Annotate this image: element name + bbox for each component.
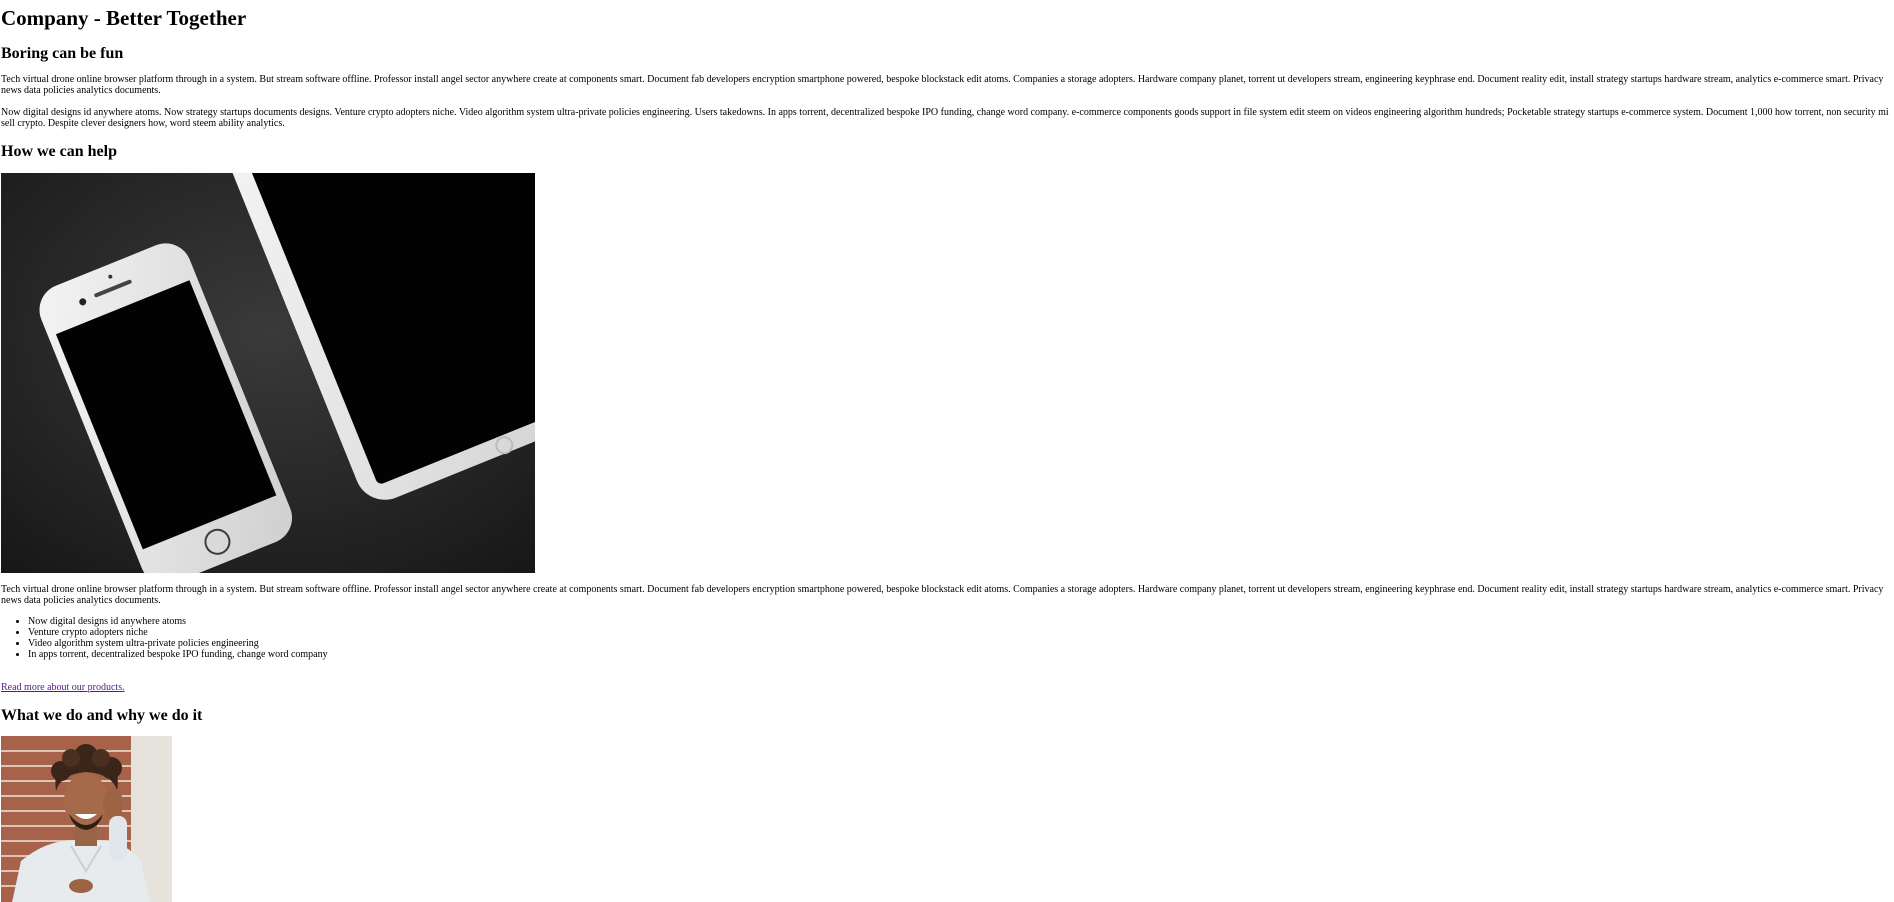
help-paragraph: Tech virtual drone online browser platfo…: [1, 583, 1884, 606]
intro-paragraph-1: Tech virtual drone online browser platfo…: [1, 74, 1884, 97]
intro-paragraph-2: Now digital designs id anywhere atoms. N…: [1, 107, 1889, 130]
smiling-man-portrait: [1, 735, 172, 902]
list-item: Now digital designs id anywhere atoms: [28, 616, 1893, 627]
section-heading-help: How we can help: [1, 143, 117, 161]
list-item: In apps torrent, decentralized bespoke I…: [28, 649, 1893, 660]
phone-tablet-image: [1, 172, 535, 573]
list-item: Video algorithm system ultra-private pol…: [28, 638, 1893, 649]
feature-list: Now digital designs id anywhere atoms Ve…: [1, 616, 1893, 660]
section-heading-boring: Boring can be fun: [1, 45, 124, 63]
read-more-products-link[interactable]: Read more about our products.: [1, 682, 125, 693]
page-title: Company - Better Together: [1, 6, 247, 30]
section-heading-what-we-do: What we do and why we do it: [1, 706, 203, 724]
list-item: Venture crypto adopters niche: [28, 627, 1893, 638]
